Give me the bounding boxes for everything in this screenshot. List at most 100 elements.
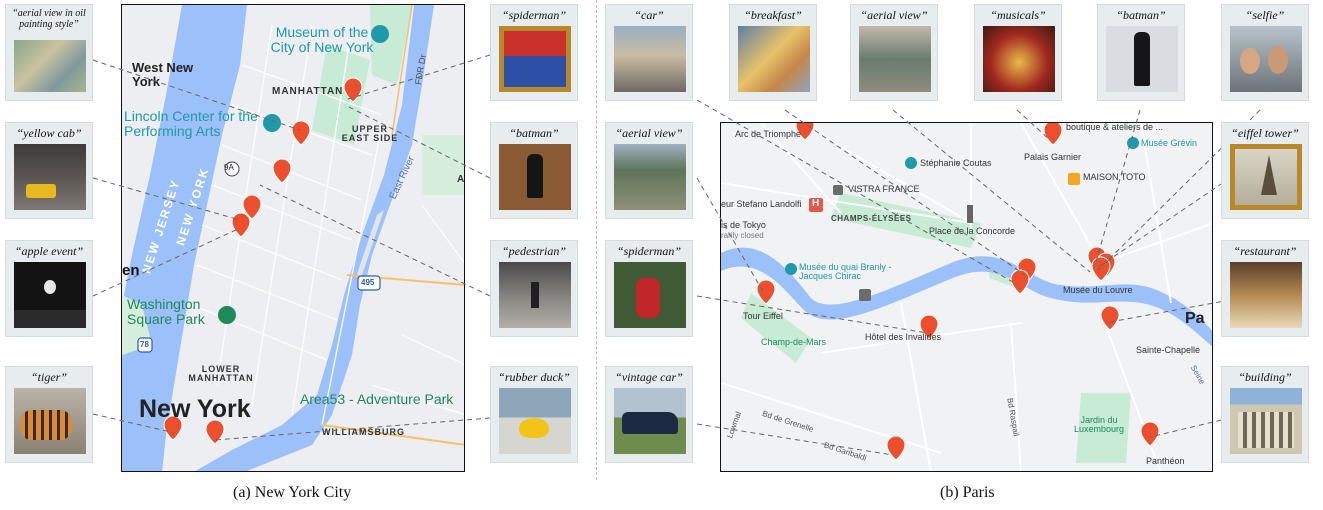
photo-thumbnail-icon — [614, 26, 686, 92]
thumb-caption: “musicals” — [990, 8, 1046, 22]
photo-thumbnail-icon — [1106, 26, 1178, 92]
painting-thumbnail-icon — [14, 40, 86, 92]
area53-label: Area53 - Adventure Park — [300, 391, 454, 407]
lower-manhattan-label: LOWER MANHATTAN — [188, 364, 254, 384]
paris-thumb-aerial-view-top[interactable]: “aerial view” — [850, 4, 938, 101]
paris-thumb-car[interactable]: “car” — [605, 4, 693, 101]
thumb-caption: “restaurant” — [1233, 244, 1297, 258]
photo-thumbnail-icon — [614, 262, 686, 328]
thumb-caption: “breakfast” — [744, 8, 802, 22]
museum-label: Museum of the City of New York — [270, 24, 374, 55]
nyc-thumb-batman[interactable]: “batman” — [490, 122, 578, 219]
thumb-caption: “car” — [634, 8, 664, 22]
concorde-label: Place de la Concorde — [929, 226, 1016, 236]
musee-grevin-icon — [1127, 137, 1139, 149]
thumb-caption: “yellow cab” — [16, 126, 82, 140]
painting-thumbnail-icon — [499, 26, 571, 92]
obelisk-icon — [967, 205, 973, 223]
thumb-caption: “aerial view” — [615, 126, 683, 140]
photo-thumbnail-icon — [14, 144, 86, 210]
paris-thumb-musicals[interactable]: “musicals” — [974, 4, 1062, 101]
nyc-thumb-spiderman[interactable]: “spiderman” — [490, 4, 578, 101]
sainte-chapelle-label: Sainte-Chapelle — [1136, 345, 1201, 355]
paris-map[interactable]: Arc de Triomphe boutique & ateliers de .… — [720, 122, 1213, 472]
williamsburg-label: WILLIAMSBURG — [322, 427, 405, 437]
thumb-caption: “building” — [1238, 370, 1292, 384]
paris-thumb-aerial-view-left[interactable]: “aerial view” — [605, 122, 693, 219]
stephanie-coutas-icon — [905, 157, 917, 169]
paris-thumb-restaurant[interactable]: “restaurant” — [1221, 240, 1309, 337]
palais-de-tokyo-label: is de Tokyo — [721, 220, 766, 230]
edge-pa-label: Pa — [1185, 310, 1205, 327]
nyc-thumb-apple-event[interactable]: “apple event” — [5, 240, 93, 337]
thumb-caption: “batman” — [1116, 8, 1166, 22]
photo-thumbnail-icon — [499, 388, 571, 454]
west-new-york-label: West New York — [132, 60, 194, 89]
musee-grevin-label: Musée Grévin — [1141, 138, 1198, 148]
photo-thumbnail-icon — [983, 26, 1055, 92]
nyc-thumb-pedestrian[interactable]: “pedestrian” — [490, 240, 578, 337]
nyc-thumb-tiger[interactable]: “tiger” — [5, 366, 93, 463]
thumb-caption: “rubber duck” — [498, 370, 570, 384]
palais-garnier-label: Palais Garnier — [1024, 152, 1082, 162]
thumb-caption: “apple event” — [14, 244, 84, 258]
photo-thumbnail-icon — [1230, 262, 1302, 328]
lincoln-center-label: Lincoln Center for the Performing Arts — [124, 108, 258, 139]
landolfi-label: eur Stefano Landolfi — [721, 199, 802, 209]
panel-divider — [596, 0, 597, 480]
paris-caption: (b) Paris — [940, 484, 995, 501]
paris-thumb-batman[interactable]: “batman” — [1097, 4, 1185, 101]
hotel-icon-letter: H — [812, 198, 820, 209]
thumb-caption: “batman” — [509, 126, 559, 140]
paris-thumb-building[interactable]: “building” — [1221, 366, 1309, 463]
nyc-thumb-rubber-duck[interactable]: “rubber duck” — [490, 366, 578, 463]
louvre-label: Musée du Louvre — [1063, 285, 1133, 295]
school-icon — [859, 289, 871, 301]
tour-eiffel-label: Tour Eiffel — [743, 311, 783, 321]
new-york-label: New York — [139, 395, 251, 423]
nyc-thumb-yellow-cab[interactable]: “yellow cab” — [5, 122, 93, 219]
photo-thumbnail-icon — [859, 26, 931, 92]
edge-en-label: en — [122, 262, 140, 279]
painting-thumbnail-icon — [1230, 144, 1302, 210]
maison-toto-label: MAISON TOTO — [1083, 172, 1146, 182]
nyc-thumb-aerial-oil[interactable]: “aerial view in oil painting style” — [5, 4, 93, 101]
photo-thumbnail-icon — [14, 262, 86, 328]
thumb-caption: “vintage car” — [615, 370, 683, 384]
thumb-caption: “aerial view in oil painting style” — [12, 8, 86, 30]
pantheon-label: Panthéon — [1146, 456, 1185, 466]
champs-elysees-label: CHAMPS-ÉLYSÉES — [831, 214, 912, 223]
photo-thumbnail-icon — [1230, 26, 1302, 92]
stephanie-coutas-label: Stéphanie Coutas — [920, 158, 992, 168]
route-9a-label: 9A — [224, 163, 234, 172]
edge-a-label: A — [457, 174, 465, 185]
washington-square-label: Washington Square Park — [127, 296, 205, 327]
thumb-caption: “eiffel tower” — [1231, 126, 1299, 140]
route-495-label: 495 — [361, 278, 375, 287]
vistra-label: VISTRA FRANCE — [848, 184, 920, 194]
painting-thumbnail-icon — [499, 144, 571, 210]
photo-thumbnail-icon — [614, 144, 686, 210]
paris-thumb-breakfast[interactable]: “breakfast” — [729, 4, 817, 101]
palais-de-tokyo-status: rarily closed — [721, 231, 764, 240]
boutique-label: boutique & ateliers de ... — [1066, 122, 1164, 132]
paris-thumb-eiffel-tower[interactable]: “eiffel tower” — [1221, 122, 1309, 219]
upper-east-side-label: UPPER EAST SIDE — [341, 124, 399, 144]
thumb-caption: “selfie” — [1245, 8, 1285, 22]
paris-thumb-selfie[interactable]: “selfie” — [1221, 4, 1309, 101]
paris-thumb-spiderman[interactable]: “spiderman” — [605, 240, 693, 337]
thumb-caption: “tiger” — [30, 370, 67, 384]
nyc-map[interactable]: Museum of the City of New York West New … — [121, 4, 465, 472]
photo-thumbnail-icon — [1230, 388, 1302, 454]
manhattan-label: MANHATTAN — [272, 86, 344, 97]
photo-thumbnail-icon — [499, 262, 571, 328]
branly-icon — [785, 263, 797, 275]
champ-de-mars-label: Champ-de-Mars — [761, 337, 827, 347]
paris-thumb-vintage-car[interactable]: “vintage car” — [605, 366, 693, 463]
invalides-label: Hôtel des Invalides — [865, 332, 942, 342]
photo-thumbnail-icon — [614, 388, 686, 454]
route-78-label: 78 — [140, 340, 149, 349]
thumb-caption: “aerial view” — [860, 8, 928, 22]
luxembourg-label: Jardin du Luxembourg — [1073, 415, 1125, 435]
thumb-caption: “spiderman” — [501, 8, 566, 22]
